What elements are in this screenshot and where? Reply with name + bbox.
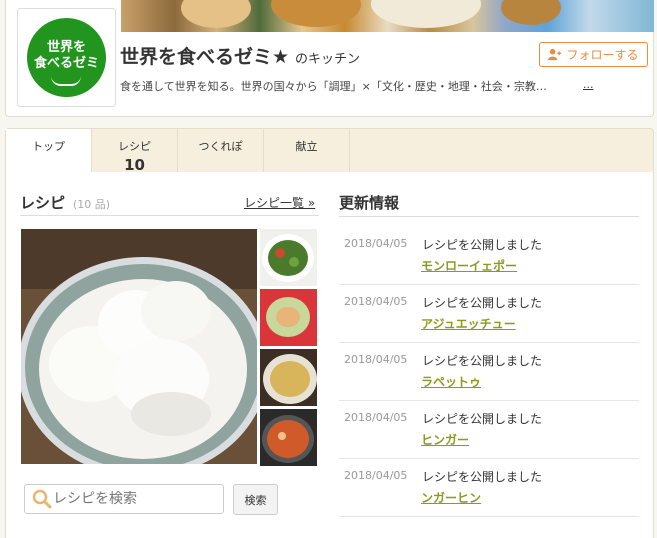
recipe-thumbnail-1[interactable] (260, 229, 317, 286)
curry-thumbnail-image (260, 409, 317, 466)
featured-recipe-photo[interactable] (21, 229, 257, 464)
kitchen-logo[interactable]: 世界を 食べるゼミ (17, 8, 116, 107)
update-message: レシピを公開しました (422, 296, 543, 310)
tab-recipes[interactable]: レシピ 10 (92, 129, 178, 174)
update-recipe-link[interactable]: ンガーヒン (421, 489, 481, 506)
update-recipe-link[interactable]: ラペットゥ (421, 373, 481, 390)
update-recipe-link[interactable]: モンローイェポー (421, 257, 517, 274)
update-item: 2018/04/05 レシピを公開しました モンローイェポー (339, 227, 639, 285)
kitchen-suffix: のキッチン (295, 52, 361, 67)
update-date: 2018/04/05 (344, 469, 408, 482)
recipe-thumbnail-2[interactable] (260, 289, 317, 346)
update-item: 2018/04/05 レシピを公開しました ヒンガー (339, 401, 639, 459)
recipe-list-link[interactable]: レシピ一覧 » (244, 194, 315, 211)
update-item: 2018/04/05 レシピを公開しました アジュエッチュー (339, 285, 639, 343)
header-banner-image (121, 0, 654, 32)
tab-top[interactable]: トップ (6, 129, 92, 174)
update-item: 2018/04/05 レシピを公開しました ンガーヒン (339, 459, 639, 517)
update-date: 2018/04/05 (344, 353, 408, 366)
search-button[interactable]: 検索 (233, 484, 278, 515)
noodle-thumbnail-image (260, 349, 317, 406)
recipe-thumbnail-4[interactable] (260, 409, 317, 466)
update-message: レシピを公開しました (422, 412, 543, 426)
slaw-thumbnail-image (260, 289, 317, 346)
logo-circle: 世界を 食べるゼミ (27, 18, 106, 97)
recipes-title: レシピ (20, 194, 66, 212)
dumpling-photo-image (21, 229, 257, 464)
kitchen-title: 世界を食べるゼミ★ のキッチン (120, 42, 360, 69)
kitchen-name: 世界を食べるゼミ★ (120, 46, 290, 68)
update-date: 2018/04/05 (344, 411, 408, 424)
salad-thumbnail-image (260, 229, 317, 286)
update-message: レシピを公開しました (422, 470, 543, 484)
tab-label: つくれぽ (198, 140, 243, 153)
recipe-search-input[interactable] (53, 491, 213, 507)
recipe-search-box[interactable] (24, 484, 224, 514)
updates-heading: 更新情報 (339, 192, 639, 217)
update-item: 2018/04/05 レシピを公開しました ラペットゥ (339, 343, 639, 401)
search-icon (32, 489, 52, 509)
recipe-thumbnail-3[interactable] (260, 349, 317, 406)
logo-line-2: 食べるゼミ (33, 56, 99, 71)
follow-label: フォローする (566, 48, 639, 62)
kitchen-description: 食を通して世界を知る。世界の国々から「調理」×「文化・歴史・地理・社会・宗教… (120, 80, 547, 93)
tab-label: トップ (32, 140, 65, 153)
update-recipe-link[interactable]: アジュエッチュー (421, 315, 516, 332)
add-user-icon (548, 48, 562, 61)
smile-icon (51, 76, 81, 86)
recipes-count: (10 品) (73, 198, 111, 211)
tab-kondate[interactable]: 献立 (264, 129, 350, 173)
follow-button[interactable]: フォローする (539, 42, 648, 67)
update-date: 2018/04/05 (344, 295, 408, 308)
tab-tsukurepo[interactable]: つくれぽ (178, 129, 264, 173)
update-date: 2018/04/05 (344, 237, 408, 250)
update-recipe-link[interactable]: ヒンガー (421, 431, 469, 448)
description-more-link[interactable]: ... (583, 78, 594, 91)
tab-label: レシピ (118, 140, 151, 153)
kitchen-tabs: トップ レシピ 10 つくれぽ 献立 (5, 128, 654, 174)
update-message: レシピを公開しました (422, 354, 543, 368)
tab-label: 献立 (295, 140, 318, 153)
logo-line-1: 世界を (46, 40, 86, 55)
update-message: レシピを公開しました (422, 238, 543, 252)
